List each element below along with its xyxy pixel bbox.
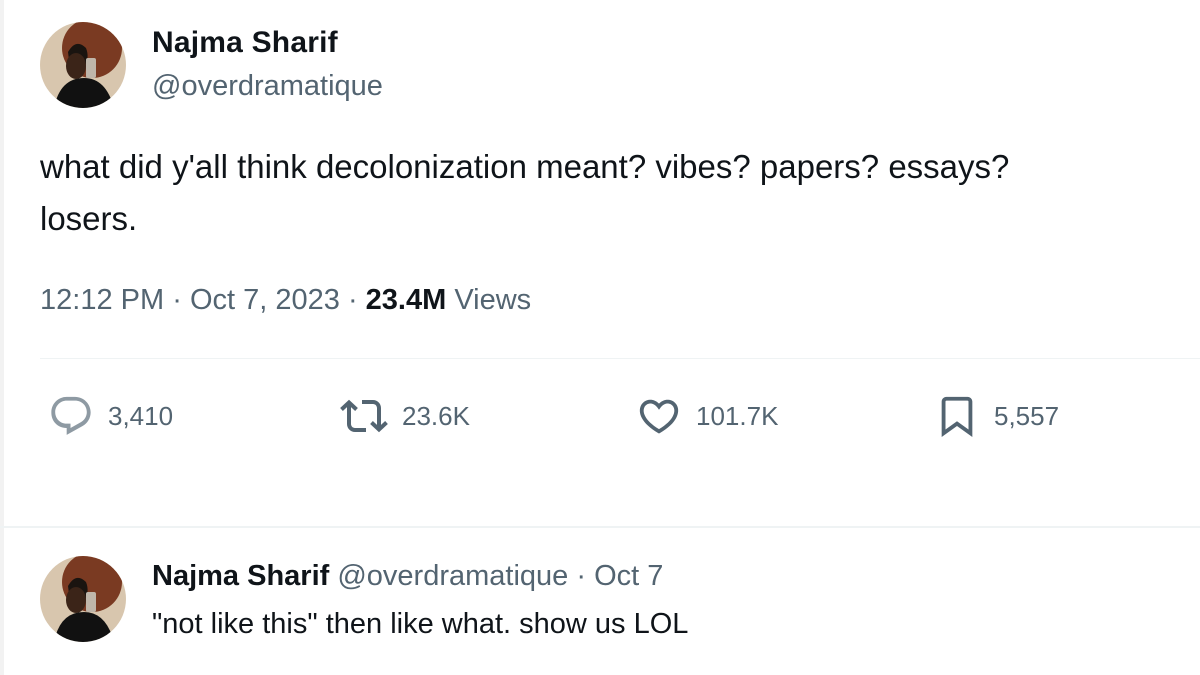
author-name[interactable]: Najma Sharif <box>152 26 338 60</box>
like-count: 101.7K <box>696 400 779 431</box>
profile-photo-icon <box>40 22 126 108</box>
reply-header: Najma Sharif @overdramatique · Oct 7 <box>152 560 663 593</box>
left-edge-border <box>0 0 4 675</box>
reply-author-name[interactable]: Najma Sharif <box>152 560 329 592</box>
tweet-text: what did y'all think decolonization mean… <box>40 141 1190 245</box>
action-bar: 3,410 23.6K 101.7K 5,557 <box>0 388 1200 444</box>
reply-date[interactable]: Oct 7 <box>594 560 663 592</box>
meta-separator: · <box>172 284 182 316</box>
repost-button[interactable]: 23.6K <box>340 388 470 444</box>
reply-author-handle[interactable]: @overdramatique <box>337 560 568 592</box>
heart-icon <box>639 399 679 434</box>
reply-button[interactable]: 3,410 <box>48 388 173 444</box>
profile-photo-icon <box>40 556 126 642</box>
tweet-text-line: losers. <box>40 200 138 237</box>
like-button[interactable]: 101.7K <box>636 388 778 444</box>
bookmark-count: 5,557 <box>994 400 1060 431</box>
repost-icon <box>340 399 388 433</box>
repost-count: 23.6K <box>402 400 470 431</box>
bookmark-button[interactable]: 5,557 <box>934 388 1059 444</box>
tweet-time[interactable]: 12:12 PM <box>40 284 164 316</box>
reply-count: 3,410 <box>108 400 174 431</box>
reply-text: "not like this" then like what. show us … <box>152 608 689 640</box>
meta-separator: · <box>347 284 358 316</box>
reply-separator: · <box>576 560 587 592</box>
divider <box>40 358 1200 359</box>
divider <box>0 526 1200 528</box>
views-count: 23.4M <box>365 284 447 316</box>
tweet-meta: 12:12 PM · Oct 7, 2023 · 23.4M Views <box>40 284 531 317</box>
reply-icon <box>51 396 91 435</box>
author-avatar[interactable] <box>40 22 126 108</box>
views-label: Views <box>454 284 532 316</box>
reply-author-avatar[interactable] <box>40 556 126 642</box>
tweet-text-line: what did y'all think decolonization mean… <box>40 148 1010 185</box>
bookmark-icon <box>941 396 973 437</box>
tweet-date[interactable]: Oct 7, 2023 <box>190 284 340 316</box>
author-handle[interactable]: @overdramatique <box>152 70 383 103</box>
